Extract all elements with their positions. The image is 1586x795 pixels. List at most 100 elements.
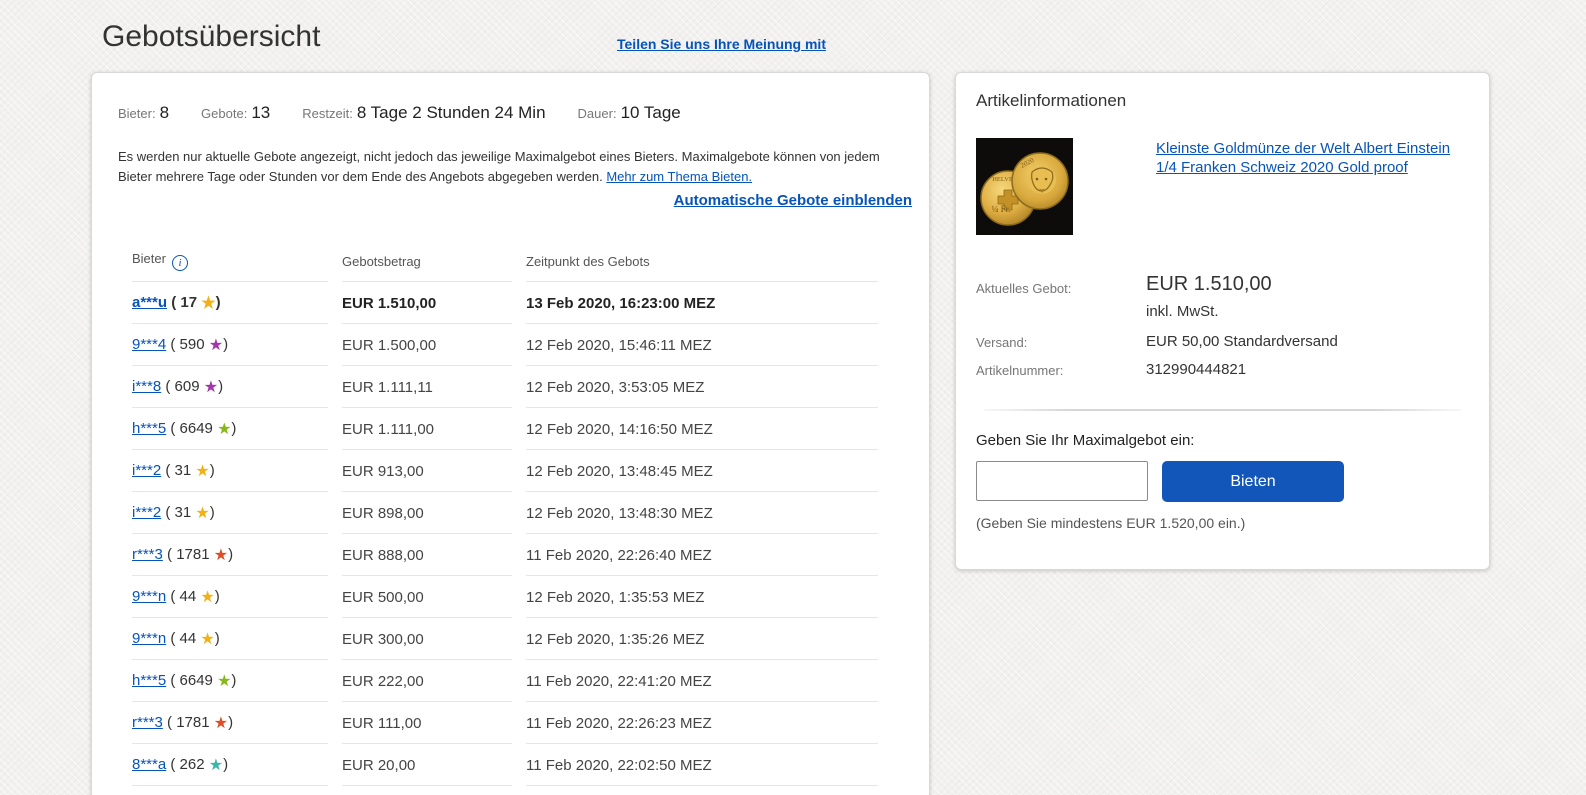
bidder-link[interactable]: i***2: [132, 462, 161, 479]
item-photo[interactable]: HELVETIA ¼ Fr. 2020: [976, 138, 1073, 235]
bidder-link[interactable]: a***u: [132, 294, 167, 311]
item-number-value: 312990444821: [1146, 361, 1247, 378]
feedback-star-icon: ★: [208, 337, 224, 354]
stat-duration: Dauer: 10 Tage: [577, 103, 681, 122]
bids-table-body: a***u ( 17 ★) EUR 1.510,00 13 Feb 2020, 16…: [132, 282, 878, 786]
column-header-time: Zeitpunkt des Gebots: [526, 245, 878, 282]
feedback-opinion-link[interactable]: Teilen Sie uns Ihre Meinung mit: [617, 36, 826, 52]
bid-amount: EUR 20,00: [342, 744, 512, 786]
table-row: r***3 ( 1781 ★) EUR 111,00 11 Feb 2020, 22…: [132, 702, 878, 744]
feedback-star-icon: ★: [200, 589, 215, 606]
current-bid-label: Aktuelles Gebot:: [976, 281, 1072, 296]
bidder-link[interactable]: h***5: [132, 420, 166, 437]
table-row: 8***a ( 262 ★) EUR 20,00 11 Feb 2020, 22:0…: [132, 744, 878, 786]
feedback-score: ( 44 ★): [166, 630, 220, 648]
table-row: h***5 ( 6649 ★) EUR 1.111,00 12 Feb 2020, …: [132, 408, 878, 450]
bidder-link[interactable]: 9***n: [132, 630, 166, 647]
feedback-star-icon: ★: [217, 421, 232, 438]
bid-time: 11 Feb 2020, 22:26:23 MEZ: [526, 702, 878, 744]
min-bid-note: (Geben Sie mindestens EUR 1.520,00 ein.): [976, 515, 1246, 531]
feedback-score: ( 31 ★): [161, 462, 215, 480]
table-row: i***2 ( 31 ★) EUR 913,00 12 Feb 2020, 13:4…: [132, 450, 878, 492]
bidder-cell: i***8 ( 609 ★): [132, 366, 328, 408]
feedback-score: ( 590 ★): [166, 336, 229, 354]
table-row: i***2 ( 31 ★) EUR 898,00 12 Feb 2020, 13:4…: [132, 492, 878, 534]
item-title-link[interactable]: Kleinste Goldmünze der Welt Albert Einst…: [1156, 139, 1466, 177]
bid-amount: EUR 898,00: [342, 492, 512, 534]
bidder-cell: 9***n ( 44 ★): [132, 618, 328, 660]
bid-amount: EUR 1.500,00: [342, 324, 512, 366]
item-number-label: Artikelnummer:: [976, 363, 1064, 378]
bid-amount: EUR 913,00: [342, 450, 512, 492]
bidder-link[interactable]: i***8: [132, 378, 161, 395]
bid-time: 12 Feb 2020, 1:35:53 MEZ: [526, 576, 878, 618]
page-title: Gebotsübersicht: [102, 20, 321, 53]
bidder-cell: h***5 ( 6649 ★): [132, 660, 328, 702]
feedback-score: ( 44 ★): [166, 588, 220, 606]
bid-amount: EUR 1.111,00: [342, 408, 512, 450]
max-bid-label: Geben Sie Ihr Maximalgebot ein:: [976, 432, 1195, 449]
max-bid-input[interactable]: [976, 461, 1148, 501]
bidder-info-icon[interactable]: i: [171, 255, 188, 271]
bid-history-card: Bieter: 8 Gebote: 13 Restzeit: 8 Tage 2 Stu…: [91, 72, 930, 795]
column-header-amount: Gebotsbetrag: [342, 245, 512, 282]
table-row: r***3 ( 1781 ★) EUR 888,00 11 Feb 2020, 22…: [132, 534, 878, 576]
feedback-star-icon: ★: [217, 673, 232, 690]
stat-bidders: Bieter: 8: [118, 103, 170, 122]
feedback-score: ( 262 ★): [166, 756, 229, 774]
bid-button[interactable]: Bieten: [1162, 461, 1344, 502]
feedback-score: ( 6649 ★): [166, 420, 237, 438]
bid-amount: EUR 300,00: [342, 618, 512, 660]
bid-time: 11 Feb 2020, 22:02:50 MEZ: [526, 744, 878, 786]
table-row: a***u ( 17 ★) EUR 1.510,00 13 Feb 2020, 16…: [132, 282, 878, 324]
bidder-cell: r***3 ( 1781 ★): [132, 534, 328, 576]
bid-time: 12 Feb 2020, 14:16:50 MEZ: [526, 408, 878, 450]
bidder-link[interactable]: i***2: [132, 504, 161, 521]
bidder-cell: a***u ( 17 ★): [132, 282, 328, 324]
bidder-link[interactable]: h***5: [132, 672, 166, 689]
bid-amount: EUR 500,00: [342, 576, 512, 618]
coin-value-left: ¼ Fr.: [992, 204, 1011, 214]
bidder-link[interactable]: 8***a: [132, 756, 166, 773]
feedback-score: ( 17 ★): [167, 294, 221, 312]
bidder-cell: i***2 ( 31 ★): [132, 492, 328, 534]
shipping-label: Versand:: [976, 335, 1028, 350]
feedback-star-icon: ★: [195, 505, 210, 522]
feedback-star-icon: ★: [213, 715, 229, 732]
bid-amount: EUR 222,00: [342, 660, 512, 702]
item-info-card: Artikelinformationen HELVETIA ¼ Fr. 2020…: [955, 72, 1490, 570]
show-automatic-bids-link[interactable]: Automatische Gebote einblenden: [674, 192, 912, 209]
bid-time: 12 Feb 2020, 1:35:26 MEZ: [526, 618, 878, 660]
current-bid-value: EUR 1.510,00: [1146, 273, 1272, 295]
stat-time-left: Restzeit: 8 Tage 2 Stunden 24 Min: [302, 103, 546, 122]
bid-amount: EUR 888,00: [342, 534, 512, 576]
bidder-link[interactable]: r***3: [132, 546, 163, 563]
feedback-star-icon: ★: [195, 463, 210, 480]
more-about-bidding-link[interactable]: Mehr zum Thema Bieten.: [606, 169, 752, 184]
bid-amount: EUR 111,00: [342, 702, 512, 744]
auction-stats: Bieter: 8 Gebote: 13 Restzeit: 8 Tage 2 Stu…: [118, 103, 905, 123]
feedback-score: ( 609 ★): [161, 378, 224, 396]
bids-explanation-text: Es werden nur aktuelle Gebote angezeigt,…: [118, 149, 880, 184]
bidder-link[interactable]: r***3: [132, 714, 163, 731]
feedback-star-icon: ★: [208, 757, 224, 774]
bid-time: 11 Feb 2020, 22:26:40 MEZ: [526, 534, 878, 576]
bid-time: 13 Feb 2020, 16:23:00 MEZ: [526, 282, 878, 324]
bidder-cell: 9***4 ( 590 ★): [132, 324, 328, 366]
bid-time: 11 Feb 2020, 22:41:20 MEZ: [526, 660, 878, 702]
feedback-star-icon: ★: [200, 631, 215, 648]
feedback-score: ( 1781 ★): [162, 546, 234, 564]
shipping-value: EUR 50,00 Standardversand: [1146, 333, 1338, 350]
table-row: 9***n ( 44 ★) EUR 500,00 12 Feb 2020, 1:35…: [132, 576, 878, 618]
bidder-cell: 8***a ( 262 ★): [132, 744, 328, 786]
bidder-link[interactable]: 9***4: [132, 336, 166, 353]
feedback-star-icon: ★: [213, 547, 229, 564]
bids-table: Bieter i Gebotsbetrag Zeitpunkt des Gebot…: [118, 245, 892, 786]
table-row: h***5 ( 6649 ★) EUR 222,00 11 Feb 2020, 22…: [132, 660, 878, 702]
item-info-heading: Artikelinformationen: [976, 91, 1127, 110]
bid-time: 12 Feb 2020, 15:46:11 MEZ: [526, 324, 878, 366]
bidder-cell: 9***n ( 44 ★): [132, 576, 328, 618]
bid-time: 12 Feb 2020, 3:53:05 MEZ: [526, 366, 878, 408]
bidder-link[interactable]: 9***n: [132, 588, 166, 605]
feedback-star-icon: ★: [201, 295, 216, 312]
